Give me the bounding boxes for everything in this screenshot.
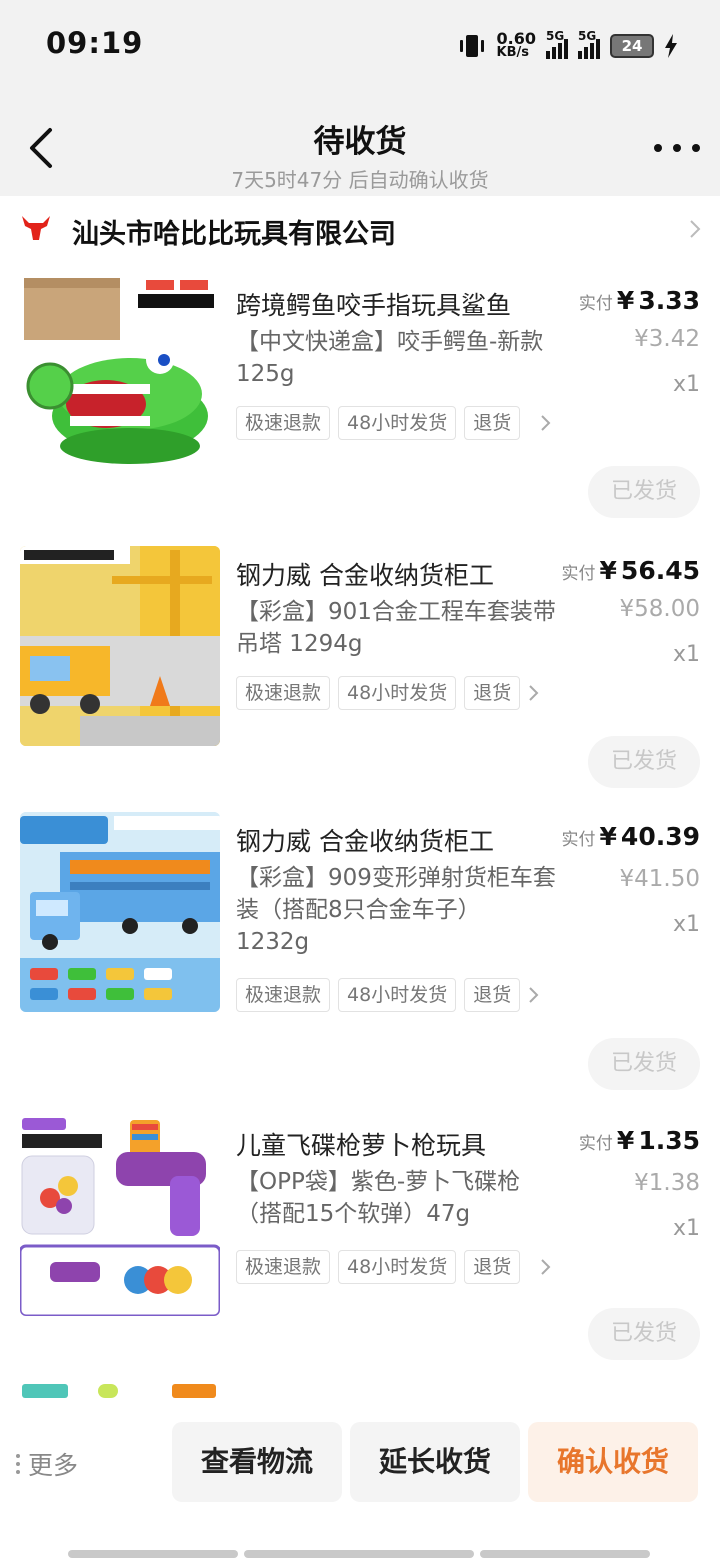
bolt-icon xyxy=(665,34,677,58)
page-title: 待收货 xyxy=(313,124,407,160)
paid-price: 实付 ¥ 40.39 xyxy=(561,822,700,851)
quantity: x1 xyxy=(672,912,700,937)
product-title: 儿童飞碟枪萝卜枪玩具 xyxy=(236,1131,487,1160)
more-dots-icon[interactable] xyxy=(654,142,700,154)
status-indicators: 0.60 KB/s 5G 5G 24 xyxy=(457,28,678,64)
paid-price: 实付 ¥ 3.33 xyxy=(578,286,700,315)
paid-price: 实付 ¥ 56.45 xyxy=(561,556,700,585)
view-logistics-button[interactable]: 查看物流 xyxy=(172,1422,342,1502)
network-speed: 0.60 KB/s xyxy=(496,29,536,60)
chevron-right-icon[interactable] xyxy=(540,1258,552,1276)
chevron-right-icon[interactable] xyxy=(528,684,540,702)
paid-price: 实付 ¥ 1.35 xyxy=(578,1126,700,1155)
original-price: ¥3.42 xyxy=(634,326,700,352)
vertical-dots-icon xyxy=(16,1454,20,1474)
product-spec: 【彩盒】901合金工程车套装带吊塔 1294g xyxy=(236,599,556,657)
product-spec: 【OPP袋】紫色-萝卜飞碟枪（搭配15个软弹）47g xyxy=(236,1169,521,1227)
order-item[interactable]: 跨境鳄鱼咬手指玩具鲨鱼 【中文快递盒】咬手鳄鱼-新款 125g 实付 ¥ 3.3… xyxy=(0,276,720,546)
tag: 极速退款 xyxy=(236,406,331,440)
more-menu[interactable]: 更多 xyxy=(16,1446,78,1482)
quantity: x1 xyxy=(672,372,700,397)
product-image xyxy=(20,1116,220,1316)
shipped-status-button[interactable]: 已发货 xyxy=(588,736,700,788)
tag: 退货 xyxy=(464,676,521,710)
vibrate-icon xyxy=(459,35,484,57)
tag: 极速退款 xyxy=(236,1250,331,1284)
product-title: 钢力威 合金收纳货柜工 xyxy=(236,561,494,590)
extend-receipt-button[interactable]: 延长收货 xyxy=(350,1422,520,1502)
order-item[interactable]: 钢力威 合金收纳货柜工 【彩盒】909变形弹射货柜车套装（搭配8只合金车子） 1… xyxy=(0,812,720,1112)
home-indicator xyxy=(244,1550,474,1558)
product-title: 钢力威 合金收纳货柜工 xyxy=(236,827,494,856)
tag: 48小时发货 xyxy=(338,406,457,440)
tag: 极速退款 xyxy=(236,978,331,1012)
tag: 退货 xyxy=(464,1250,521,1284)
chevron-right-icon xyxy=(690,220,701,238)
product-title: 跨境鳄鱼咬手指玩具鲨鱼 xyxy=(236,291,512,320)
order-item[interactable]: 儿童飞碟枪萝卜枪玩具 【OPP袋】紫色-萝卜飞碟枪（搭配15个软弹）47g 实付… xyxy=(0,1116,720,1386)
order-item[interactable]: 钢力威 合金收纳货柜工 【彩盒】901合金工程车套装带吊塔 1294g 实付 ¥… xyxy=(0,546,720,816)
status-time: 09:19 xyxy=(46,26,144,60)
tag: 48小时发货 xyxy=(338,978,457,1012)
product-image xyxy=(20,812,220,1012)
service-tags: 极速退款 48小时发货 退货 xyxy=(236,676,556,710)
product-spec: 【中文快递盒】咬手鳄鱼-新款 125g xyxy=(236,329,544,387)
status-bar: 09:19 0.60 KB/s 5G 5G 24 xyxy=(0,0,720,96)
confirm-receipt-button[interactable]: 确认收货 xyxy=(528,1422,698,1502)
shipped-status-button[interactable]: 已发货 xyxy=(588,466,700,518)
shipped-status-button[interactable]: 已发货 xyxy=(588,1308,700,1360)
service-tags: 极速退款 48小时发货 退货 xyxy=(236,978,556,1012)
bull-logo-icon xyxy=(22,216,50,240)
shop-row[interactable]: 汕头市哈比比玩具有限公司 xyxy=(0,196,720,266)
home-indicator xyxy=(68,1550,238,1558)
battery-icon: 24 xyxy=(610,34,654,58)
shipped-status-button[interactable]: 已发货 xyxy=(588,1038,700,1090)
nav-bar: 待收货 7天5时47分 后自动确认收货 xyxy=(0,96,720,196)
auto-confirm-countdown: 7天5时47分 后自动确认收货 xyxy=(231,168,489,192)
bottom-action-bar: 更多 查看物流 延长收货 确认收货 xyxy=(0,1408,720,1563)
service-tags: 极速退款 48小时发货 退货 xyxy=(236,1250,556,1284)
quantity: x1 xyxy=(672,1216,700,1241)
tag: 退货 xyxy=(464,978,521,1012)
more-label: 更多 xyxy=(28,1451,79,1480)
chevron-right-icon[interactable] xyxy=(528,986,540,1004)
tag: 退货 xyxy=(464,406,521,440)
original-price: ¥41.50 xyxy=(619,866,700,892)
shop-name: 汕头市哈比比玩具有限公司 xyxy=(72,219,396,250)
quantity: x1 xyxy=(672,642,700,667)
tag: 48小时发货 xyxy=(338,676,457,710)
original-price: ¥1.38 xyxy=(634,1170,700,1196)
home-indicator xyxy=(480,1550,650,1558)
signal-icon: 5G xyxy=(546,29,568,59)
next-item-peek xyxy=(22,1384,222,1398)
product-image xyxy=(20,546,220,746)
signal-icon-2: 5G xyxy=(578,29,600,59)
product-image xyxy=(20,276,220,476)
product-spec: 【彩盒】909变形弹射货柜车套装（搭配8只合金车子） 1232g xyxy=(236,865,556,955)
original-price: ¥58.00 xyxy=(619,596,700,622)
tag: 极速退款 xyxy=(236,676,331,710)
service-tags: 极速退款 48小时发货 退货 xyxy=(236,406,556,440)
tag: 48小时发货 xyxy=(338,1250,457,1284)
chevron-right-icon[interactable] xyxy=(540,414,552,432)
